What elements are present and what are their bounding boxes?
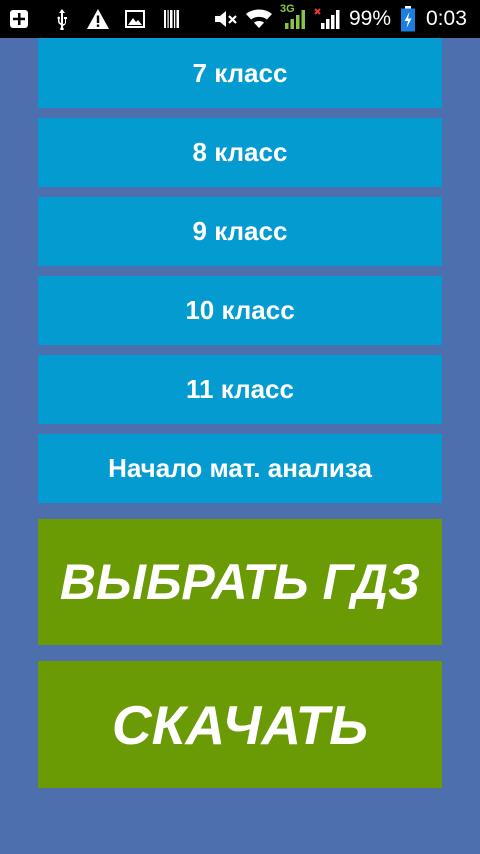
grade-8-label: 8 класс [192,137,288,167]
wifi-icon [246,9,272,28]
download-label: СКАЧАТЬ [111,693,369,756]
grade-7-label: 7 класс [192,57,288,88]
download-button[interactable]: СКАЧАТЬ [38,661,442,788]
grade-10-button[interactable]: 10 класс [38,276,442,345]
choose-gdz-label: ВЫБРАТЬ ГДЗ [59,554,421,610]
grade-9-label: 9 класс [192,216,288,246]
battery-percent: 99% [349,7,392,30]
image-icon [125,10,145,28]
status-bar: 3G 99% 0:03 [0,0,480,38]
barcode-icon [164,10,179,28]
calculus-intro-label: Начало мат. анализа [108,453,372,483]
signal-3g-icon [285,10,305,29]
grade-11-label: 11 класс [186,374,294,404]
grade-9-button[interactable]: 9 класс [38,197,442,266]
signal-no-data-icon [314,8,340,29]
grade-11-button[interactable]: 11 класс [38,355,442,424]
warning-icon [87,9,109,29]
choose-gdz-button[interactable]: ВЫБРАТЬ ГДЗ [38,519,442,645]
grade-8-button[interactable]: 8 класс [38,118,442,187]
add-box-icon [10,10,28,28]
mute-icon [215,11,237,27]
grade-10-label: 10 класс [185,295,295,325]
usb-icon [57,9,67,30]
clock: 0:03 [426,7,467,30]
battery-charging-icon [401,6,415,32]
calculus-intro-button[interactable]: Начало мат. анализа [38,434,442,503]
grade-7-button[interactable]: 7 класс [38,38,442,108]
